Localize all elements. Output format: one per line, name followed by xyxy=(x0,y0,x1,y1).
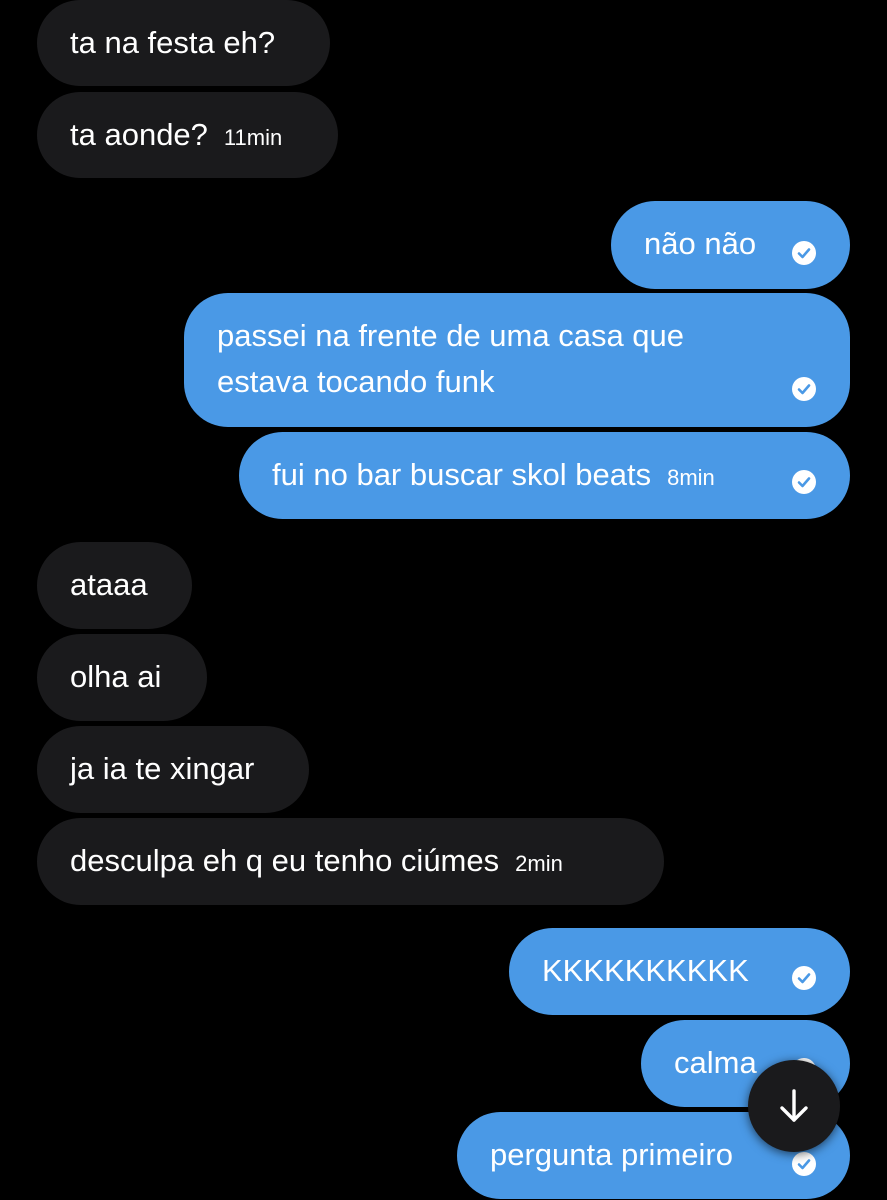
message-timestamp: 8min xyxy=(667,465,715,490)
message-incoming[interactable]: desculpa eh q eu tenho ciúmes 2min xyxy=(37,818,664,905)
message-text-line: passei na frente de uma casa que xyxy=(217,318,685,353)
message-outgoing[interactable]: passei na frente de uma casa que estava … xyxy=(184,293,850,427)
message-incoming[interactable]: ataaa xyxy=(37,542,192,629)
message-text: ta na festa eh? xyxy=(70,25,276,60)
message-text-line: estava tocando funk xyxy=(217,364,495,399)
check-circle-icon xyxy=(792,1152,816,1176)
message-text: KKKKKKKKKK xyxy=(542,953,749,988)
message-text: ta aonde? xyxy=(70,117,208,152)
message-text: ja ia te xingar xyxy=(70,751,255,786)
message-outgoing[interactable]: KKKKKKKKKK xyxy=(509,928,850,1015)
message-text: pergunta primeiro xyxy=(490,1137,733,1172)
message-text: ataaa xyxy=(70,567,148,602)
scroll-to-bottom-button[interactable] xyxy=(748,1060,840,1152)
chat-thread[interactable]: ta na festa eh? ta aonde? 11min não não p… xyxy=(0,0,887,1200)
message-incoming[interactable]: ta aonde? 11min xyxy=(37,92,338,178)
message-incoming[interactable]: olha ai xyxy=(37,634,207,721)
check-circle-icon xyxy=(792,966,816,990)
message-incoming[interactable]: ja ia te xingar xyxy=(37,726,309,813)
message-text: não não xyxy=(644,226,757,261)
check-circle-icon xyxy=(792,377,816,401)
check-circle-icon xyxy=(792,241,816,265)
message-text: desculpa eh q eu tenho ciúmes xyxy=(70,843,500,878)
check-circle-icon xyxy=(792,470,816,494)
message-text: calma xyxy=(674,1045,757,1080)
message-text: olha ai xyxy=(70,659,162,694)
message-text: fui no bar buscar skol beats xyxy=(272,457,652,492)
message-timestamp: 11min xyxy=(223,125,283,150)
message-incoming[interactable]: ta na festa eh? xyxy=(37,0,330,86)
message-outgoing[interactable]: não não xyxy=(611,201,850,289)
message-outgoing[interactable]: fui no bar buscar skol beats 8min xyxy=(239,432,850,519)
message-timestamp: 2min xyxy=(515,851,563,876)
